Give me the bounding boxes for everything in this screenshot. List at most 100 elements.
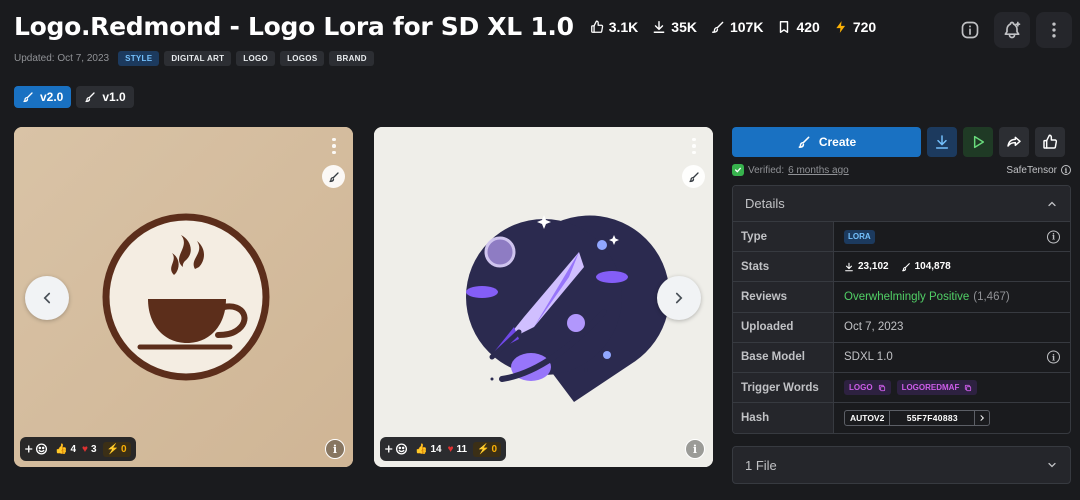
details-panel: Details Type LORA i Stats 23,102 104,878 bbox=[732, 185, 1071, 435]
like-count[interactable]: 3.1K bbox=[584, 13, 645, 41]
heart-emoji-icon: ♥ bbox=[82, 443, 88, 455]
brush-icon bbox=[901, 262, 910, 272]
heart-emoji-icon: ♥ bbox=[447, 443, 454, 455]
dots-vertical-icon bbox=[1052, 22, 1056, 38]
downloads-stat: 23,102 bbox=[844, 261, 889, 272]
heart-reaction[interactable]: ♥ 11 bbox=[448, 444, 468, 455]
card-menu-button[interactable] bbox=[685, 135, 703, 157]
action-buttons: Create bbox=[732, 127, 1071, 157]
generation-count[interactable]: 107K bbox=[705, 13, 769, 41]
verified-time-link[interactable]: 6 months ago bbox=[788, 165, 849, 176]
plus-smile-icon bbox=[25, 443, 48, 455]
hash-next-button[interactable] bbox=[975, 411, 989, 425]
tag-logos[interactable]: LOGOS bbox=[280, 51, 325, 66]
buzz-tip-button[interactable]: ⚡ 0 bbox=[473, 441, 502, 457]
detail-row-base-model: Base Model SDXL 1.0 i bbox=[733, 342, 1070, 373]
notify-button[interactable] bbox=[994, 12, 1030, 48]
remix-link-button[interactable] bbox=[682, 165, 705, 188]
updated-date: Updated: Oct 7, 2023 bbox=[14, 53, 110, 64]
copy-icon bbox=[878, 384, 885, 391]
image-info-button[interactable]: i bbox=[325, 439, 345, 459]
bookmark-count[interactable]: 420 bbox=[771, 13, 825, 41]
buzz-count[interactable]: 720 bbox=[828, 13, 882, 41]
page-title: Logo.Redmond - Logo Lora for SD XL 1.0 bbox=[14, 12, 574, 41]
chevron-right-icon bbox=[675, 292, 683, 304]
files-accordion[interactable]: 1 File bbox=[732, 446, 1071, 485]
version-selector: v2.0 v1.0 bbox=[14, 86, 134, 108]
chevron-right-icon bbox=[980, 415, 985, 422]
info-icon[interactable]: i bbox=[1061, 165, 1071, 175]
verification-row: Verified: 6 months ago SafeTensor i bbox=[732, 163, 1071, 177]
details-toggle[interactable]: Details bbox=[733, 186, 1070, 222]
buzz-tip-button[interactable]: ⚡ 0 bbox=[102, 441, 131, 457]
reviews-rating-link[interactable]: Overwhelmingly Positive bbox=[844, 291, 969, 303]
trigger-word-logo[interactable]: LOGO bbox=[844, 380, 891, 396]
download-icon bbox=[935, 135, 949, 149]
version-v2-button[interactable]: v2.0 bbox=[14, 86, 72, 108]
reaction-bar: 👍 14 ♥ 11 ⚡ 0 bbox=[380, 437, 507, 461]
thumbs-reaction[interactable]: 👍 4 bbox=[55, 444, 76, 455]
carousel-next-button[interactable] bbox=[657, 276, 701, 320]
thumbs-reaction[interactable]: 👍 14 bbox=[415, 444, 442, 455]
verified-check-icon bbox=[732, 164, 744, 176]
lightning-icon: ⚡ bbox=[477, 443, 490, 455]
model-stats: 3.1K 35K 107K 420 720 bbox=[582, 13, 882, 41]
info-icon[interactable]: i bbox=[1047, 230, 1060, 244]
add-reaction-button[interactable] bbox=[385, 443, 409, 455]
info-icon[interactable]: i bbox=[1047, 350, 1060, 364]
type-badge: LORA bbox=[844, 229, 875, 244]
image-info-button[interactable]: i bbox=[685, 439, 705, 459]
model-header: Logo.Redmond - Logo Lora for SD XL 1.0 3… bbox=[14, 12, 882, 41]
card-menu-button[interactable] bbox=[325, 135, 343, 157]
brush-icon bbox=[688, 171, 699, 182]
detail-row-uploaded: Uploaded Oct 7, 2023 bbox=[733, 312, 1070, 343]
meta-row: Updated: Oct 7, 2023 STYLE DIGITAL ART L… bbox=[14, 51, 374, 66]
thumbs-up-emoji-icon: 👍 bbox=[415, 443, 428, 455]
header-actions bbox=[952, 12, 1072, 48]
heart-reaction[interactable]: ♥ 3 bbox=[82, 444, 97, 455]
reaction-bar: 👍 4 ♥ 3 ⚡ 0 bbox=[20, 437, 136, 461]
like-button[interactable] bbox=[1035, 127, 1065, 157]
safetensor-label: SafeTensor i bbox=[1006, 165, 1071, 176]
chevron-up-icon bbox=[1048, 201, 1056, 206]
download-count[interactable]: 35K bbox=[646, 13, 703, 41]
run-button[interactable] bbox=[963, 127, 993, 157]
more-menu-button[interactable] bbox=[1036, 12, 1072, 48]
reviews-count: (1,467) bbox=[973, 290, 1010, 303]
trigger-word-logoredmaf[interactable]: LOGOREDMAF bbox=[896, 380, 978, 396]
create-button[interactable]: Create bbox=[732, 127, 921, 157]
info-icon: i bbox=[692, 442, 698, 456]
carousel-prev-button[interactable] bbox=[25, 276, 69, 320]
hash-value[interactable]: 55F7F40883 bbox=[890, 411, 976, 426]
thumbs-up-icon bbox=[1043, 134, 1058, 149]
share-icon bbox=[1007, 136, 1021, 147]
brush-icon bbox=[85, 92, 96, 103]
lightning-icon: ⚡ bbox=[106, 443, 119, 455]
remix-link-button[interactable] bbox=[322, 165, 345, 188]
lightning-icon bbox=[836, 20, 845, 33]
chevron-left-icon bbox=[43, 292, 51, 304]
info-icon: i bbox=[332, 442, 338, 456]
tag-digital-art[interactable]: DIGITAL ART bbox=[164, 51, 232, 66]
model-sidebar: Create Verified: 6 months ago SafeTensor… bbox=[732, 127, 1071, 485]
share-button[interactable] bbox=[999, 127, 1029, 157]
copy-icon bbox=[965, 384, 972, 391]
brush-icon bbox=[712, 21, 724, 33]
add-reaction-button[interactable] bbox=[25, 443, 49, 455]
detail-row-stats: Stats 23,102 104,878 bbox=[733, 252, 1070, 283]
tag-logo[interactable]: LOGO bbox=[236, 51, 276, 66]
hash-type: AUTOV2 bbox=[845, 411, 891, 426]
brush-icon bbox=[328, 171, 339, 182]
play-icon bbox=[973, 135, 985, 149]
download-icon bbox=[653, 20, 665, 33]
download-button[interactable] bbox=[927, 127, 957, 157]
chevron-down-icon bbox=[1048, 463, 1056, 468]
tag-style[interactable]: STYLE bbox=[118, 51, 160, 66]
bookmark-icon bbox=[780, 20, 789, 33]
version-v1-button[interactable]: v1.0 bbox=[76, 86, 134, 108]
info-button[interactable] bbox=[952, 12, 988, 48]
download-icon bbox=[845, 262, 853, 272]
brush-icon bbox=[798, 136, 810, 149]
hash-selector[interactable]: AUTOV2 55F7F40883 bbox=[844, 410, 991, 427]
tag-brand[interactable]: BRAND bbox=[329, 51, 374, 66]
